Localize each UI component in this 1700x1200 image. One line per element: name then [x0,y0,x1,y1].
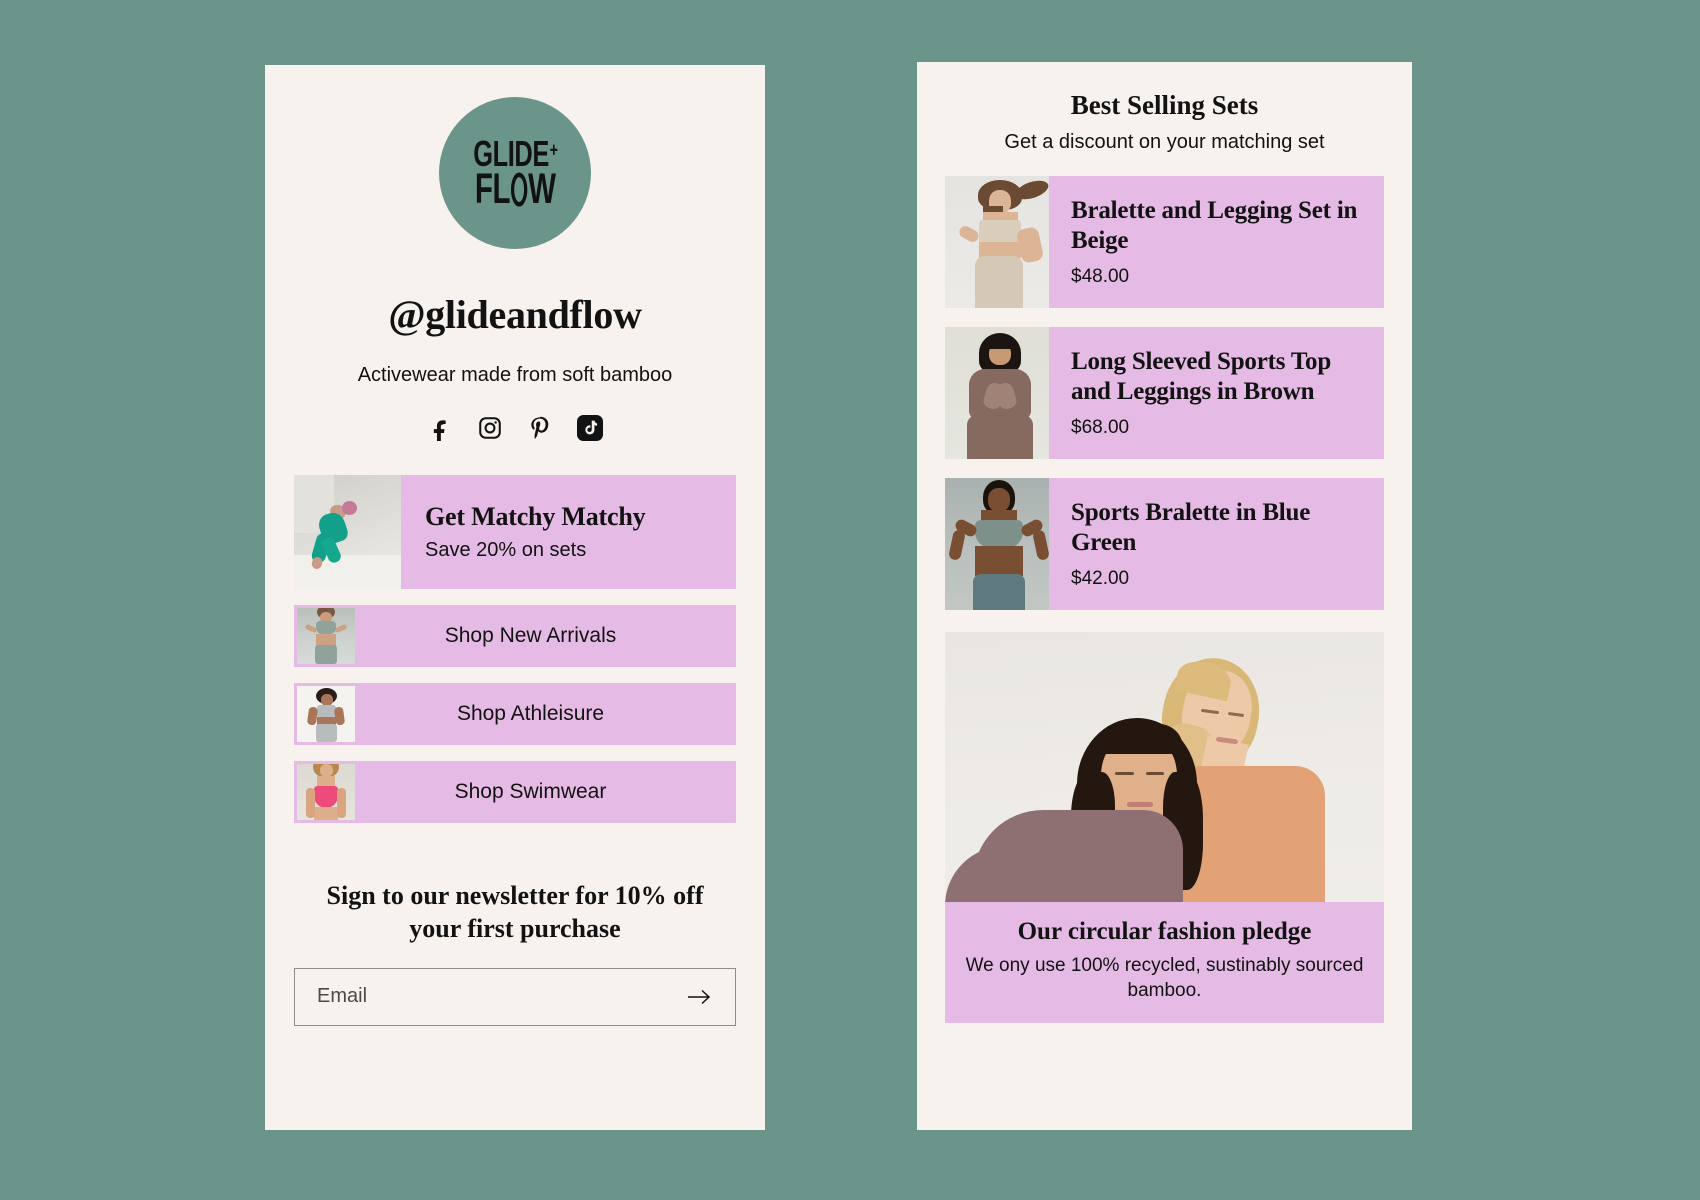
instagram-icon[interactable] [475,413,505,443]
brand-logo: GLIDE + FL W [439,97,591,249]
pledge-photo [945,632,1384,902]
photo-dancer-teal [294,475,401,589]
profile-tagline: Activewear made from soft bamboo [357,364,673,386]
arrow-right-icon[interactable] [685,983,713,1011]
logo-o-shape [510,172,528,207]
product-price: $42.00 [1071,568,1130,589]
profile-handle: @glideandflow [388,292,642,337]
promo-thumbnail [294,475,401,589]
link-row-swimwear[interactable]: Shop Swimwear [294,761,736,823]
product-card[interactable]: Sports Bralette in Blue Green $42.00 [945,478,1384,610]
product-card[interactable]: Bralette and Legging Set in Beige $48.00 [945,176,1384,308]
product-body: Long Sleeved Sports Top and Leggings in … [1049,327,1384,459]
product-body: Bralette and Legging Set in Beige $48.00 [1049,176,1384,308]
photo-model-pink-swim [297,764,355,820]
pledge-caption: Our circular fashion pledge We ony use 1… [945,902,1384,1024]
promo-body: Get Matchy Matchy Save 20% on sets [401,475,736,589]
link-in-bio-preview: GLIDE + FL W @glideandflow Activewear made… [0,0,1700,1200]
product-card[interactable]: Long Sleeved Sports Top and Leggings in … [945,327,1384,459]
profile-panel: GLIDE + FL W @glideandflow Activewear made… [265,65,765,1130]
photo-model-grey-set [297,686,355,742]
pledge-text: We ony use 100% recycled, sustinably sou… [965,955,1364,1002]
product-name: Sports Bralette in Blue Green [1071,499,1311,556]
photo-model-beige-set [945,176,1049,308]
product-body: Sports Bralette in Blue Green $42.00 [1049,478,1384,610]
link-label: Shop Swimwear [454,780,607,803]
product-name: Long Sleeved Sports Top and Leggings in … [1071,348,1332,405]
products-heading: Best Selling Sets [1070,90,1259,120]
link-thumbnail [297,686,355,742]
link-label: Shop Athleisure [456,702,605,725]
pledge-card[interactable]: Our circular fashion pledge We ony use 1… [945,632,1384,1024]
newsletter-form [294,967,736,1026]
link-row-new-arrivals[interactable]: Shop New Arrivals [294,605,736,667]
pinterest-icon[interactable] [525,413,555,443]
link-list: Get Matchy Matchy Save 20% on sets Shop … [265,475,765,823]
product-thumbnail [945,176,1049,308]
product-list: Bralette and Legging Set in Beige $48.00 [917,176,1412,610]
photo-two-models [945,632,1384,902]
photo-model-sage-set [297,608,355,664]
logo-wrap: GLIDE + FL W [265,97,765,249]
promo-card-matchy[interactable]: Get Matchy Matchy Save 20% on sets [294,475,736,589]
link-label: Shop New Arrivals [444,624,617,647]
photo-model-blue-green-bralette [945,478,1049,610]
logo-line-2-after: W [527,164,556,213]
logo-line-2: FL W [474,164,556,213]
logo-plus: + [549,139,558,162]
pledge-title: Our circular fashion pledge [1017,918,1312,945]
products-panel: Best Selling Sets Get a discount on your… [917,62,1412,1130]
product-thumbnail [945,327,1049,459]
products-subheading: Get a discount on your matching set [1004,131,1325,153]
product-thumbnail [945,478,1049,610]
product-price: $48.00 [1071,266,1130,287]
product-name: Bralette and Legging Set in Beige [1071,197,1358,254]
promo-title: Get Matchy Matchy [425,502,646,531]
link-thumbnail [297,764,355,820]
tiktok-icon[interactable] [575,413,605,443]
facebook-icon[interactable] [425,413,455,443]
link-row-athleisure[interactable]: Shop Athleisure [294,683,736,745]
promo-subtitle: Save 20% on sets [425,539,587,561]
photo-model-brown-set [945,327,1049,459]
email-input[interactable] [317,968,685,1025]
product-price: $68.00 [1071,417,1130,438]
social-links [265,413,765,443]
logo-line-2-before: FL [474,164,511,213]
link-thumbnail [297,608,355,664]
newsletter-heading: Sign to our newsletter for 10% off your … [326,881,704,944]
